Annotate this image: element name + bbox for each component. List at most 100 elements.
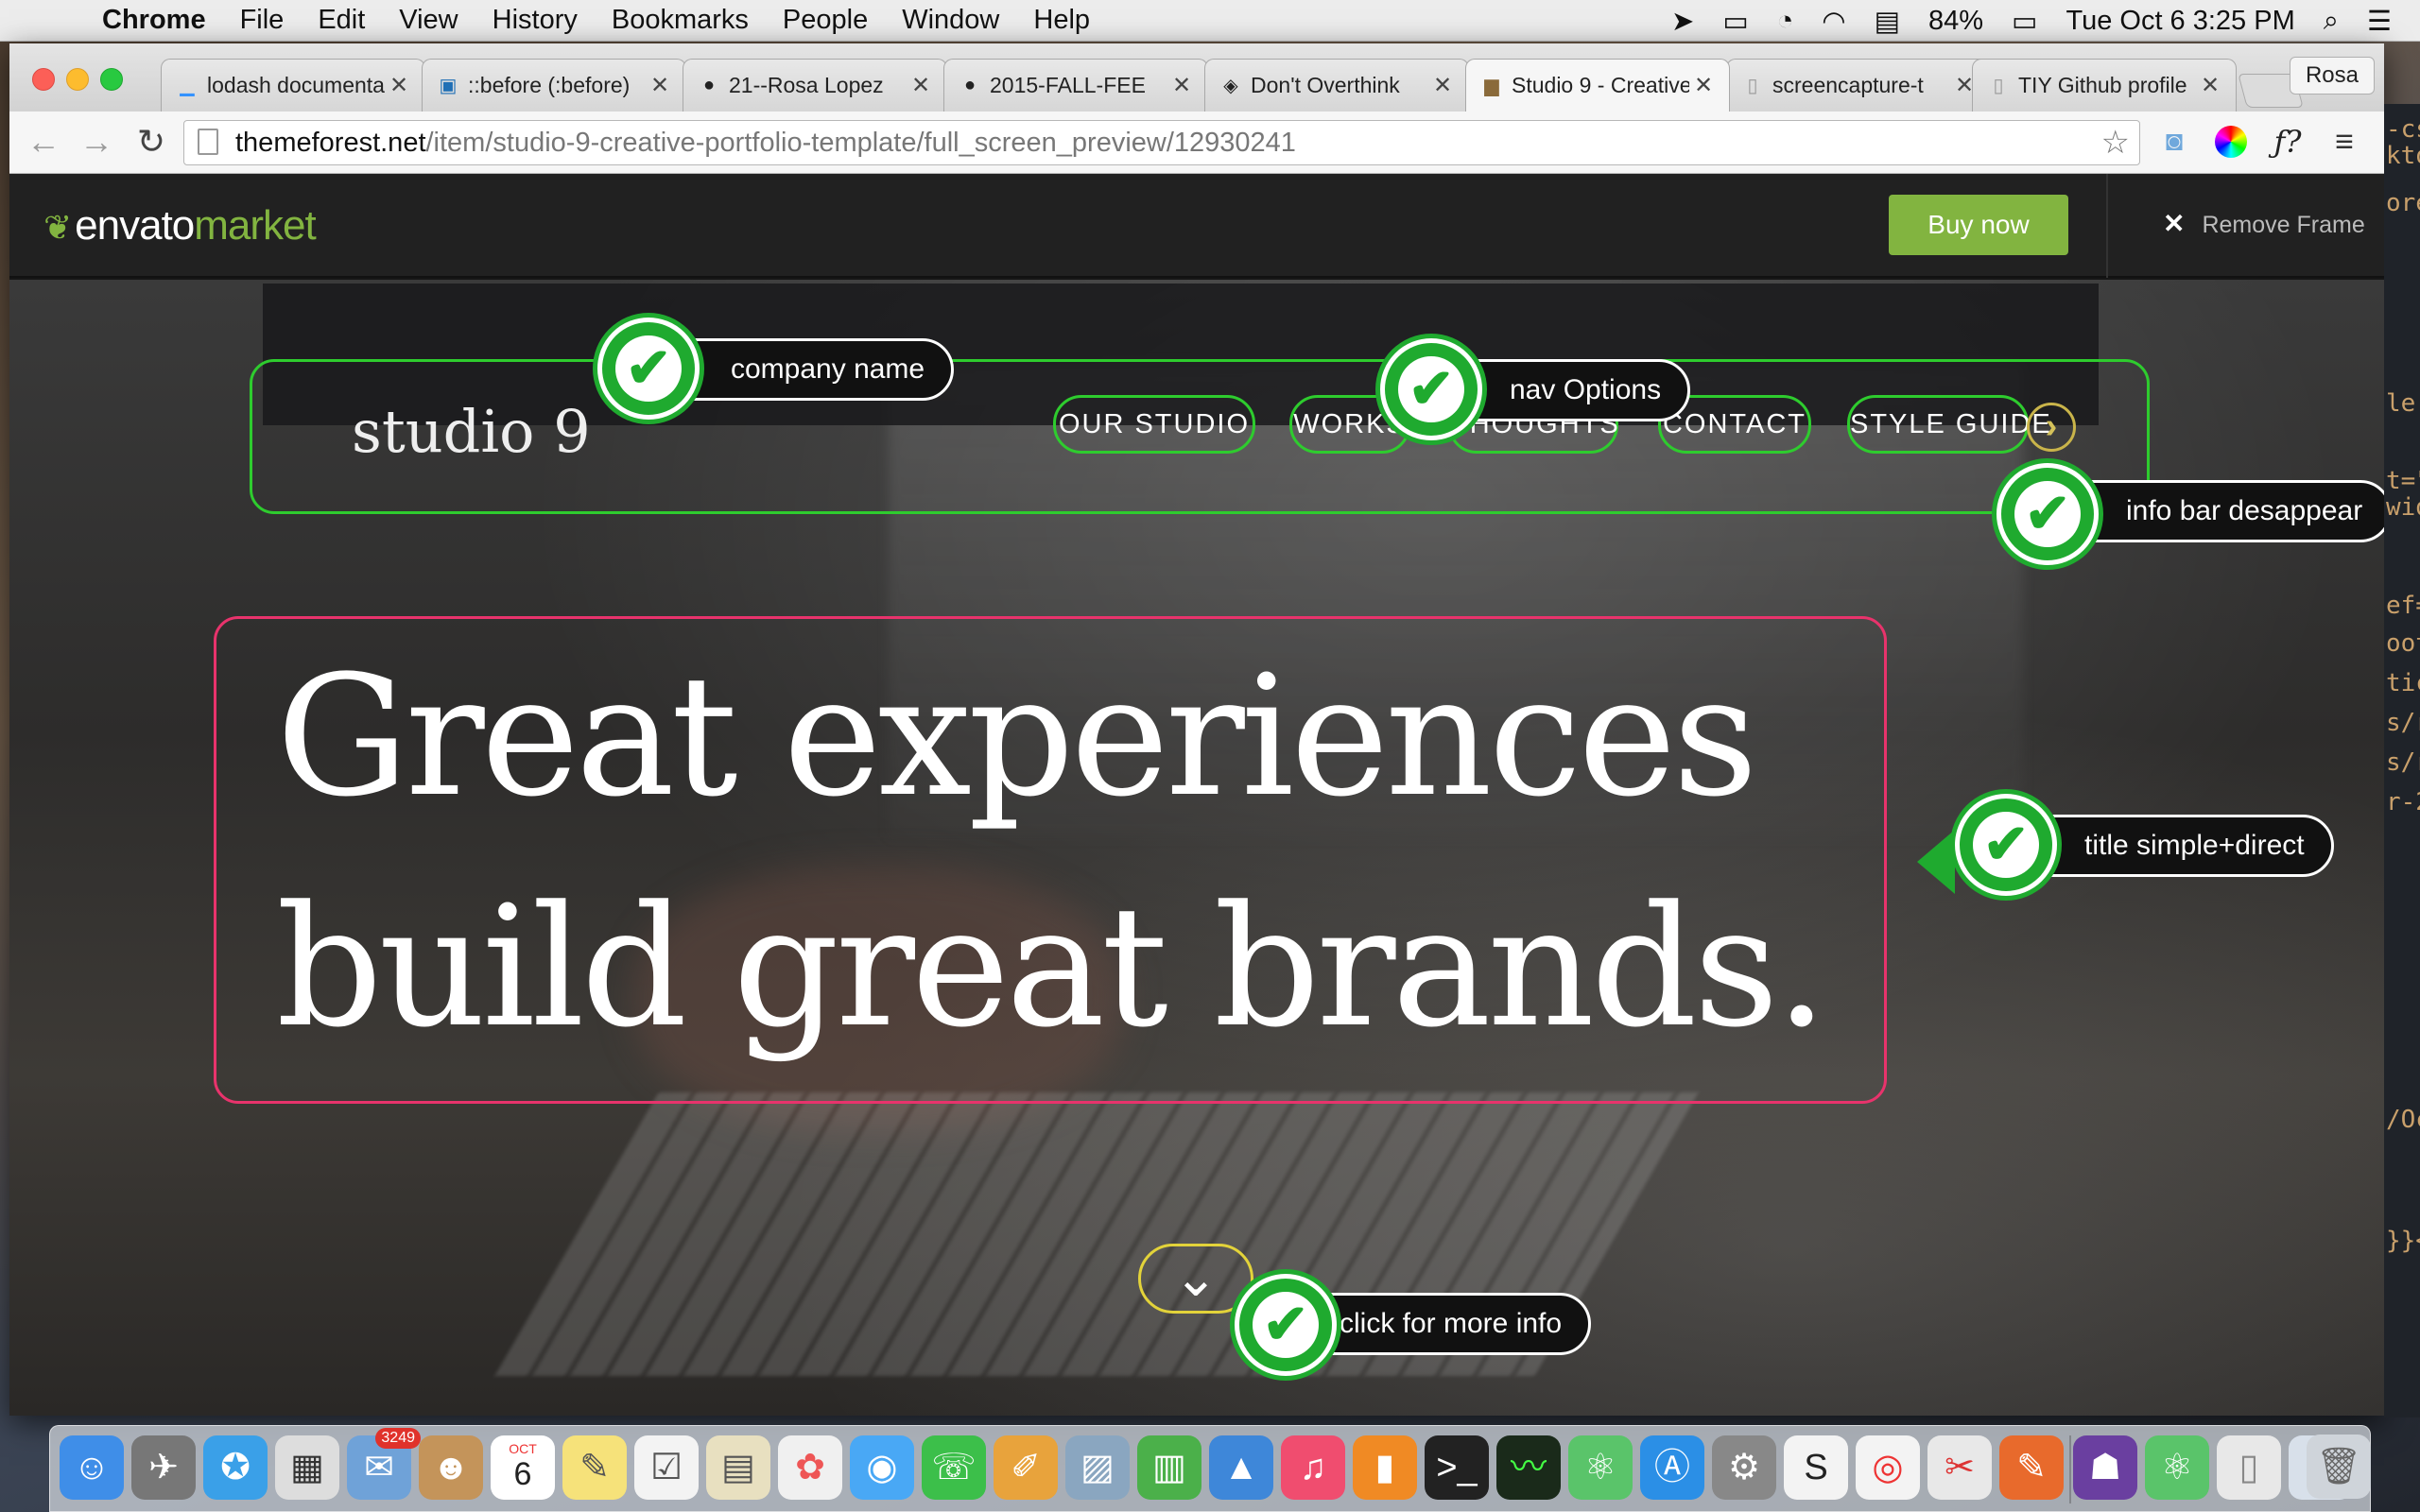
menu-edit[interactable]: Edit	[318, 5, 365, 36]
tab-title: 2015-FALL-FEE	[990, 73, 1146, 97]
activity-monitor-icon[interactable]: 〰	[1496, 1435, 1561, 1500]
zoom-window-button[interactable]	[100, 68, 123, 91]
document-stack-icon[interactable]: ▯	[2217, 1435, 2281, 1500]
safari-icon[interactable]: ✪	[203, 1435, 268, 1500]
atom-folder-icon[interactable]: ⚛	[2145, 1435, 2209, 1500]
menu-help[interactable]: Help	[1033, 5, 1090, 36]
tab-lodash[interactable]: ▁ lodash documentation ✕	[161, 59, 425, 112]
postman-icon[interactable]: ✎	[1999, 1435, 2064, 1500]
menu-app-name[interactable]: Chrome	[102, 5, 206, 36]
app-store-icon[interactable]: Ⓐ	[1640, 1435, 1704, 1500]
mail-icon[interactable]: ✉ 3249	[347, 1428, 421, 1500]
itunes-icon[interactable]: ♫	[1281, 1435, 1345, 1500]
facetime-icon[interactable]: ☏	[922, 1435, 986, 1500]
tab-title: Don't Overthink	[1251, 73, 1400, 97]
system-preferences-icon[interactable]: ⚙	[1712, 1435, 1776, 1500]
notes-icon[interactable]: ✎	[562, 1435, 627, 1500]
github-desktop-icon[interactable]: ☗	[2073, 1435, 2137, 1500]
tab-title: 21--Rosa Lopez	[729, 73, 884, 97]
calendar-month: OCT	[509, 1441, 537, 1456]
tab-screencapture[interactable]: ▯ screencapture-t ✕	[1726, 59, 1991, 112]
battery-icon[interactable]: ▭	[2012, 5, 2037, 38]
trash-icon[interactable]: 🗑	[2307, 1435, 2371, 1499]
tab-strip: ▁ lodash documentation ✕ ▣ ::before (:be…	[9, 43, 2384, 112]
whatfont-extension-icon[interactable]: ƒ?	[2269, 123, 2307, 161]
close-tab-icon[interactable]: ✕	[1689, 72, 1718, 99]
tab-studio9[interactable]: ▆ Studio 9 - Creative ✕	[1465, 59, 1730, 112]
close-tab-icon[interactable]: ✕	[907, 72, 935, 99]
chevron-down-icon[interactable]: ⌄	[1138, 1244, 1253, 1314]
terminal-icon[interactable]: >_	[1425, 1435, 1489, 1500]
chrome-menu-icon[interactable]: ≡	[2325, 123, 2363, 161]
pages-icon[interactable]: ✐	[994, 1435, 1058, 1500]
camera-extension-icon[interactable]: ◙	[2155, 123, 2193, 161]
chrome-icon[interactable]: ◎	[1856, 1435, 1920, 1500]
divider	[2106, 174, 2108, 278]
spotlight-search-icon[interactable]: ⌕	[2324, 6, 2339, 37]
airplay-icon[interactable]: ▭	[1722, 5, 1748, 38]
time-machine-icon[interactable]: ◔	[1777, 6, 1794, 37]
clock[interactable]: Tue Oct 6 3:25 PM	[2066, 6, 2294, 37]
address-bar[interactable]: themeforest.net/item/studio-9-creative-p…	[183, 120, 2140, 165]
reload-icon[interactable]: ↻	[130, 121, 172, 163]
forward-arrow-icon[interactable]: →	[76, 121, 117, 163]
atom-icon[interactable]: ⚛	[1568, 1435, 1633, 1500]
back-arrow-icon[interactable]: ←	[23, 121, 64, 163]
xcode-icon[interactable]: ✂	[1927, 1435, 1992, 1500]
bookmark-star-icon[interactable]: ☆	[2101, 121, 2130, 164]
buy-now-button[interactable]: Buy now	[1889, 195, 2068, 255]
flag-input-icon[interactable]: ▤	[1875, 5, 1900, 38]
tab-codepen[interactable]: ◈ Don't Overthink ✕	[1204, 59, 1469, 112]
close-tab-icon[interactable]: ✕	[2196, 72, 2224, 99]
calendar-day: 6	[513, 1456, 532, 1492]
launchpad-icon[interactable]: ✈	[131, 1435, 196, 1500]
profile-button[interactable]: Rosa	[2289, 57, 2375, 94]
battery-percent[interactable]: 84%	[1928, 6, 1983, 37]
menu-bookmarks[interactable]: Bookmarks	[612, 5, 749, 36]
menu-bar-status-area: ➤ ▭ ◔ ◠ ▤ 84% ▭ Tue Oct 6 3:25 PM ⌕ ☰	[1671, 0, 2420, 42]
editor-text: t="	[2386, 467, 2420, 495]
contacts-icon[interactable]: ☻	[419, 1435, 483, 1500]
envato-logo[interactable]: ❦envatomarket	[43, 202, 317, 249]
remove-frame-link[interactable]: ✕ Remove Frame	[2163, 208, 2365, 239]
background-editor-window: -cs kto ore le' t=" wid ef= oot tic s/r …	[2384, 104, 2420, 1418]
github-icon: ●	[963, 75, 977, 95]
close-tab-icon[interactable]: ✕	[1428, 72, 1457, 99]
editor-text: r-2	[2386, 788, 2420, 816]
close-tab-icon[interactable]: ✕	[385, 72, 413, 99]
ibooks-icon[interactable]: ▮	[1353, 1435, 1417, 1500]
headline-line-1: Great experiences	[276, 640, 1758, 833]
numbers-icon[interactable]: ▥	[1137, 1435, 1201, 1500]
tab-tiy-github[interactable]: ▯ TIY Github profile ✕	[1972, 59, 2237, 112]
apps-grid-icon[interactable]: ▦	[275, 1435, 339, 1500]
url-host: themeforest.net	[235, 128, 426, 158]
menu-view[interactable]: View	[399, 5, 458, 36]
photos-icon[interactable]: ✿	[778, 1435, 842, 1500]
close-tab-icon[interactable]: ✕	[646, 72, 674, 99]
calendar-icon[interactable]: OCT 6	[491, 1435, 555, 1500]
close-window-button[interactable]	[32, 68, 55, 91]
preview-icon[interactable]: ▤	[706, 1435, 770, 1500]
tab-before[interactable]: ▣ ::before (:before) ✕	[422, 59, 686, 112]
wifi-icon[interactable]: ◠	[1822, 5, 1845, 38]
menu-people[interactable]: People	[783, 5, 868, 36]
minimize-window-button[interactable]	[66, 68, 89, 91]
menu-history[interactable]: History	[493, 5, 578, 36]
notification-center-icon[interactable]: ☰	[2367, 5, 2392, 38]
keynote-icon[interactable]: ▲	[1209, 1435, 1273, 1500]
slack-icon[interactable]: S	[1784, 1435, 1848, 1500]
color-picker-extension-icon[interactable]	[2212, 123, 2250, 161]
editor-text: }}<	[2386, 1227, 2420, 1255]
checkmark-icon: ✔	[1996, 463, 2099, 565]
close-tab-icon[interactable]: ✕	[1167, 72, 1196, 99]
tab-github-rosa[interactable]: ● 21--Rosa Lopez ✕	[683, 59, 947, 112]
menu-file[interactable]: File	[240, 5, 285, 36]
envato-frame-bar: ❦envatomarket Buy now ✕ Remove Frame	[9, 174, 2384, 278]
menu-window[interactable]: Window	[902, 5, 999, 36]
messaging-status-icon[interactable]: ➤	[1671, 5, 1694, 38]
finder-icon[interactable]: ☺	[60, 1435, 124, 1500]
reminders-icon[interactable]: ☑	[634, 1435, 699, 1500]
messages-icon[interactable]: ◉	[850, 1435, 914, 1500]
tab-github-fall[interactable]: ● 2015-FALL-FEE ✕	[943, 59, 1208, 112]
iphoto-icon[interactable]: ▨	[1065, 1435, 1130, 1500]
